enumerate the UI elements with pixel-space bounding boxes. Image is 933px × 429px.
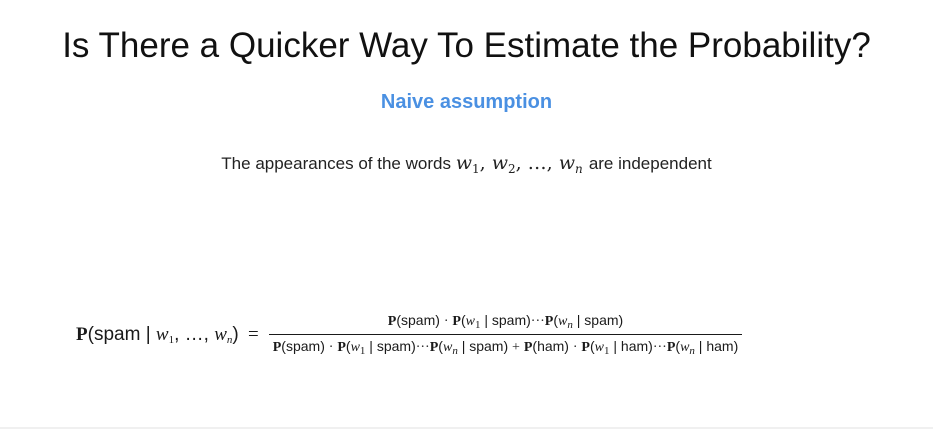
slide-subtitle: Naive assumption — [380, 91, 553, 113]
prob-symbol: P — [387, 314, 397, 329]
var-w1: w — [465, 314, 475, 329]
label-spam: spam — [469, 338, 504, 354]
plus-op: + — [512, 340, 520, 355]
sub-1: 1 — [359, 345, 366, 357]
statement-suffix: are independent — [588, 154, 712, 173]
given-bar: | — [484, 312, 488, 328]
equals-sign: = — [248, 323, 259, 345]
label-spam: spam — [401, 312, 436, 328]
dot-op: · — [443, 314, 449, 329]
label-ham: ham — [620, 338, 649, 354]
label-spam: spam — [584, 312, 619, 328]
given-bar: | — [613, 338, 618, 354]
var-w2: w — [491, 152, 508, 174]
label-spam: spam — [285, 338, 321, 354]
sep-ellipsis: , …, — [515, 152, 559, 174]
given-bar: | — [576, 312, 581, 328]
var-wn: w — [680, 340, 690, 355]
var-w1: w — [455, 152, 472, 174]
label-spam: spam — [93, 323, 141, 345]
prob-symbol: P — [429, 340, 439, 355]
formula-fraction: P(spam) · P(w1 | spam)···P(wn | spam) P(… — [268, 312, 743, 357]
sub-1: 1 — [604, 345, 610, 357]
cdots-op: ··· — [652, 340, 667, 355]
sub-n: n — [689, 345, 695, 357]
sub-n: n — [575, 162, 583, 176]
sub-1: 1 — [474, 319, 481, 331]
label-spam: spam — [376, 338, 412, 354]
sub-n: n — [452, 345, 458, 357]
sub-1: 1 — [471, 162, 480, 176]
prob-symbol: P — [76, 323, 88, 345]
dot-op: · — [328, 340, 334, 355]
sub-2: 2 — [507, 162, 516, 176]
fraction-numerator: P(spam) · P(w1 | spam)···P(wn | spam) — [387, 312, 624, 331]
given-bar: | — [145, 323, 151, 345]
independence-statement: The appearances of the words w1, w2, …, … — [0, 152, 933, 176]
word-variables: w1, w2, …, wn — [455, 152, 589, 176]
label-spam: spam — [491, 312, 527, 328]
given-bar: | — [369, 338, 373, 354]
var-wn: w — [558, 314, 568, 329]
fraction-denominator: P(spam) · P(w1 | spam)···P(wn | spam) + … — [272, 338, 739, 357]
var-w1: w — [155, 323, 169, 345]
formula-lhs: P(spam | w1, …, wn) = — [76, 323, 259, 346]
args-ellipsis: , …, — [174, 323, 215, 345]
given-bar: | — [698, 338, 703, 354]
slide: Is There a Quicker Way To Estimate the P… — [0, 0, 933, 429]
cdots-op: ··· — [415, 340, 430, 355]
var-wn: w — [442, 340, 453, 355]
slide-title: Is There a Quicker Way To Estimate the P… — [62, 26, 871, 65]
dot-op: · — [572, 340, 578, 355]
prob-symbol: P — [666, 340, 676, 355]
prob-symbol: P — [523, 340, 533, 355]
statement-prefix: The appearances of the words — [221, 154, 451, 173]
prob-symbol: P — [581, 340, 590, 355]
sub-n: n — [567, 319, 573, 331]
label-ham: ham — [537, 338, 565, 354]
prob-symbol: P — [452, 314, 461, 329]
naive-bayes-formula: P(spam | w1, …, wn) = P(spam) · P(w1 | s… — [76, 312, 743, 357]
given-bar: | — [461, 338, 466, 354]
prob-symbol: P — [272, 340, 282, 355]
var-w1: w — [594, 340, 604, 355]
var-wn: w — [558, 152, 576, 174]
sep-comma: , — [479, 152, 492, 174]
cdots-op: ··· — [530, 314, 545, 329]
prob-symbol: P — [337, 340, 346, 355]
var-wn: w — [214, 323, 227, 345]
var-w1: w — [350, 340, 360, 355]
prob-symbol: P — [544, 314, 554, 329]
label-ham: ham — [706, 338, 734, 354]
